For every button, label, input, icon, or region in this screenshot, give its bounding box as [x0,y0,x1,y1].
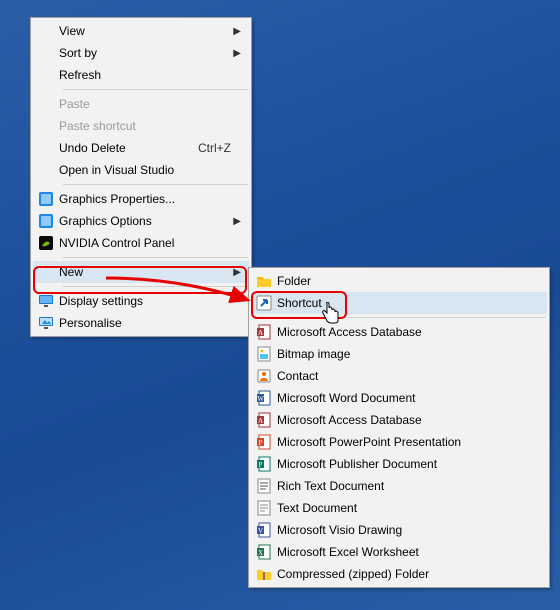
menu-separator [63,184,248,185]
menu-label: Personalise [59,316,249,330]
menu-item-graphics-properties[interactable]: Graphics Properties... [33,188,249,210]
menu-label: Microsoft Excel Worksheet [277,545,547,559]
menu-separator [281,317,546,318]
submenu-arrow-icon: ▶ [233,48,241,59]
menu-item-display-settings[interactable]: Display settings [33,290,249,312]
menu-item-view[interactable]: View▶ [33,20,249,42]
menu-label: Refresh [59,68,249,82]
svg-text:V: V [258,527,263,535]
menu-label: Text Document [277,501,547,515]
menu-item-publisher-document[interactable]: P Microsoft Publisher Document [251,453,547,475]
menu-label: Compressed (zipped) Folder [277,567,547,581]
menu-label: Paste shortcut [59,119,249,133]
menu-separator [63,286,248,287]
menu-label: Microsoft PowerPoint Presentation [277,435,547,449]
svg-text:P: P [259,439,263,447]
menu-item-powerpoint-presentation[interactable]: P Microsoft PowerPoint Presentation [251,431,547,453]
folder-icon [251,273,277,289]
submenu-arrow-icon: ▶ [233,216,241,227]
menu-label: Rich Text Document [277,479,547,493]
menu-item-word-document[interactable]: W Microsoft Word Document [251,387,547,409]
menu-separator [63,89,248,90]
excel-file-icon: X [251,544,277,560]
menu-item-new[interactable]: New▶ [33,261,249,283]
intel-graphics-icon [33,213,59,229]
visio-file-icon: V [251,522,277,538]
menu-item-text-document[interactable]: Text Document [251,497,547,519]
menu-separator [63,257,248,258]
svg-text:A: A [258,329,263,337]
context-menu-new: Folder Shortcut A Microsoft Access Datab… [248,267,550,588]
menu-label: Microsoft Publisher Document [277,457,547,471]
menu-label: Microsoft Word Document [277,391,547,405]
menu-label: NVIDIA Control Panel [59,236,249,250]
access-file-icon: A [251,324,277,340]
menu-item-compressed-folder[interactable]: Compressed (zipped) Folder [251,563,547,585]
menu-item-personalise[interactable]: Personalise [33,312,249,334]
svg-text:A: A [258,417,263,425]
svg-text:W: W [257,395,264,403]
menu-label: Undo Delete [59,141,198,155]
menu-label: Graphics Properties... [59,192,249,206]
menu-item-contact[interactable]: Contact [251,365,547,387]
bitmap-file-icon [251,346,277,362]
menu-label: Paste [59,97,249,111]
menu-label: Open in Visual Studio [59,163,249,177]
menu-item-folder[interactable]: Folder [251,270,547,292]
menu-label: Graphics Options [59,214,249,228]
menu-item-refresh[interactable]: Refresh [33,64,249,86]
menu-item-access-database-2[interactable]: A Microsoft Access Database [251,409,547,431]
shortcut-icon [251,295,277,311]
submenu-arrow-icon: ▶ [233,267,241,278]
menu-label: Microsoft Access Database [277,325,547,339]
menu-label: Bitmap image [277,347,547,361]
svg-text:X: X [258,549,263,557]
menu-item-shortcut[interactable]: Shortcut [251,292,547,314]
menu-item-sort-by[interactable]: Sort by▶ [33,42,249,64]
menu-item-access-database[interactable]: A Microsoft Access Database [251,321,547,343]
menu-item-rich-text-document[interactable]: Rich Text Document [251,475,547,497]
menu-label: Display settings [59,294,249,308]
personalise-icon [33,315,59,331]
publisher-file-icon: P [251,456,277,472]
access-file-icon: A [251,412,277,428]
display-settings-icon [33,293,59,309]
menu-item-nvidia-control-panel[interactable]: NVIDIA Control Panel [33,232,249,254]
menu-item-paste: Paste [33,93,249,115]
powerpoint-file-icon: P [251,434,277,450]
menu-label: New [59,265,249,279]
svg-text:P: P [259,461,263,469]
rtf-file-icon [251,478,277,494]
menu-label: Microsoft Visio Drawing [277,523,547,537]
menu-label: Contact [277,369,547,383]
submenu-arrow-icon: ▶ [233,26,241,37]
desktop: View▶ Sort by▶ Refresh Paste Paste short… [0,0,560,610]
menu-item-undo-delete[interactable]: Undo DeleteCtrl+Z [33,137,249,159]
nvidia-icon [33,235,59,251]
contact-file-icon [251,368,277,384]
menu-label: Microsoft Access Database [277,413,547,427]
word-file-icon: W [251,390,277,406]
menu-label: Sort by [59,46,249,60]
menu-item-visio-drawing[interactable]: V Microsoft Visio Drawing [251,519,547,541]
menu-item-bitmap-image[interactable]: Bitmap image [251,343,547,365]
menu-item-open-in-visual-studio[interactable]: Open in Visual Studio [33,159,249,181]
menu-label: Folder [277,274,547,288]
intel-graphics-icon [33,191,59,207]
menu-item-paste-shortcut: Paste shortcut [33,115,249,137]
menu-label: View [59,24,249,38]
shortcut-text: Ctrl+Z [198,141,249,155]
text-file-icon [251,500,277,516]
menu-label: Shortcut [277,296,547,310]
zip-folder-icon [251,566,277,582]
menu-item-graphics-options[interactable]: Graphics Options▶ [33,210,249,232]
menu-item-excel-worksheet[interactable]: X Microsoft Excel Worksheet [251,541,547,563]
context-menu-desktop: View▶ Sort by▶ Refresh Paste Paste short… [30,17,252,337]
